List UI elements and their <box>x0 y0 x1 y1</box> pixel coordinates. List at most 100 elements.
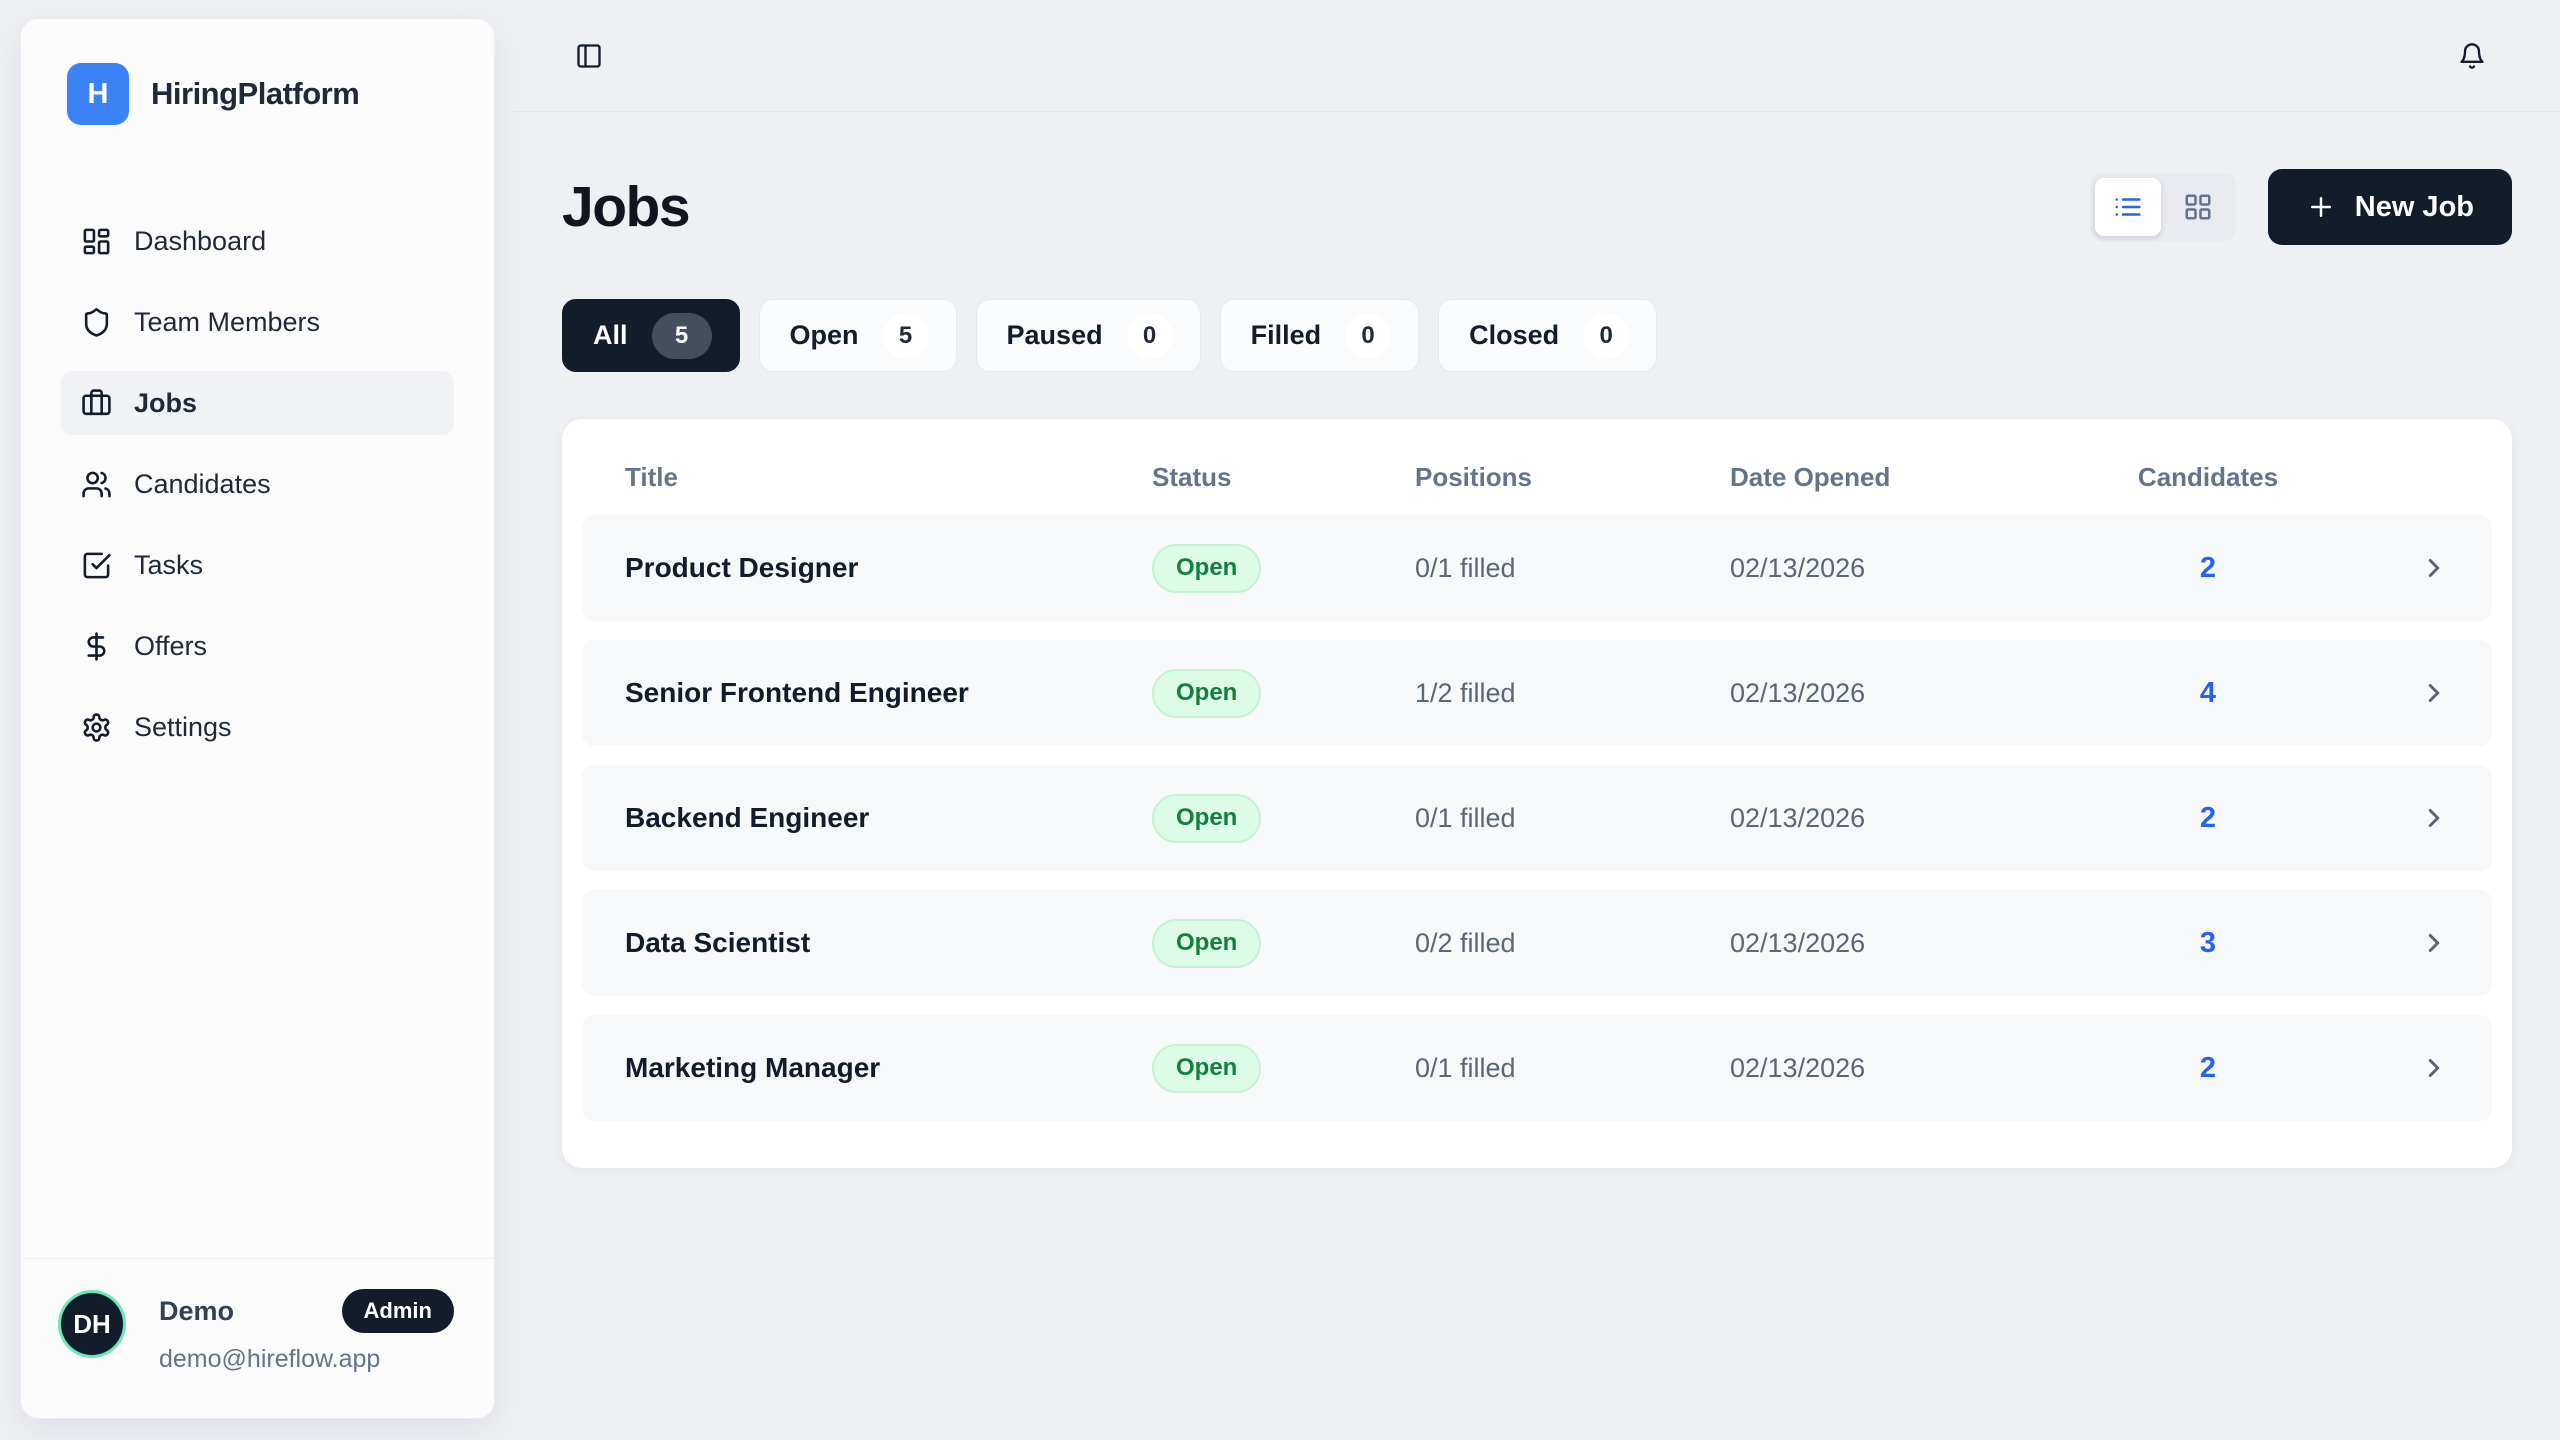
filter-pill-closed[interactable]: Closed 0 <box>1438 299 1657 372</box>
job-row-data-scientist[interactable]: Data Scientist Open 0/2 filled 02/13/202… <box>582 890 2492 996</box>
date-opened-cell: 02/13/2026 <box>1730 553 2128 584</box>
job-title-cell: Marketing Manager <box>625 1052 1152 1084</box>
filter-count-badge: 5 <box>883 313 929 359</box>
job-title-cell: Data Scientist <box>625 927 1152 959</box>
shield-icon <box>81 307 112 338</box>
shield-icon <box>81 307 112 338</box>
sidebar-item-jobs[interactable]: Jobs <box>61 371 454 435</box>
notifications-button[interactable] <box>2458 42 2486 70</box>
sidebar-item-offers[interactable]: Offers <box>61 614 454 678</box>
panel-left-icon <box>575 42 603 70</box>
filter-count-badge: 0 <box>1345 313 1391 359</box>
app-logo-row: H HiringPlatform <box>61 63 454 125</box>
dollar-icon <box>81 631 112 662</box>
candidates-count-link[interactable]: 2 <box>2200 1052 2216 1085</box>
page-title: Jobs <box>562 174 689 240</box>
user-name: Demo <box>159 1296 234 1327</box>
positions-cell: 0/1 filled <box>1415 1053 1730 1084</box>
plus-icon <box>2306 192 2336 222</box>
sidebar-item-label: Jobs <box>134 388 197 419</box>
sidebar-item-tasks[interactable]: Tasks <box>61 533 454 597</box>
filter-pill-all[interactable]: All 5 <box>562 299 740 372</box>
view-mode-toggle <box>2090 173 2236 241</box>
filter-label: Open <box>790 320 859 351</box>
sidebar-item-label: Tasks <box>134 550 203 581</box>
new-job-button[interactable]: New Job <box>2268 169 2512 245</box>
sidebar: H HiringPlatform Dashboard <box>20 18 495 1419</box>
list-view-icon <box>2113 192 2143 222</box>
status-badge: Open <box>1152 1044 1261 1093</box>
users-icon <box>81 469 112 500</box>
avatar: DH <box>61 1293 123 1355</box>
gear-icon <box>81 712 112 743</box>
positions-cell: 1/2 filled <box>1415 678 1730 709</box>
status-badge: Open <box>1152 544 1261 593</box>
chevron-right-icon <box>2419 1053 2449 1083</box>
sidebar-item-label: Settings <box>134 712 232 743</box>
job-row-backend-engineer[interactable]: Backend Engineer Open 0/1 filled 02/13/2… <box>582 765 2492 871</box>
filter-count-badge: 0 <box>1583 313 1629 359</box>
candidates-count-link[interactable]: 2 <box>2200 552 2216 585</box>
sidebar-item-settings[interactable]: Settings <box>61 695 454 759</box>
column-date-opened: Date Opened <box>1730 462 2128 493</box>
filter-label: Closed <box>1469 320 1559 351</box>
sidebar-item-label: Candidates <box>134 469 271 500</box>
jobs-table: Title Status Positions Date Opened Candi… <box>562 419 2512 1168</box>
sidebar-toggle-button[interactable] <box>575 42 603 70</box>
filter-pill-paused[interactable]: Paused 0 <box>976 299 1201 372</box>
topbar <box>512 0 2560 112</box>
tasks-icon <box>81 550 112 581</box>
candidates-count-link[interactable]: 2 <box>2200 802 2216 835</box>
app-name: HiringPlatform <box>151 76 359 112</box>
job-title-cell: Backend Engineer <box>625 802 1152 834</box>
new-job-label: New Job <box>2355 191 2474 224</box>
job-title-cell: Product Designer <box>625 552 1152 584</box>
candidates-count-link[interactable]: 4 <box>2200 677 2216 710</box>
role-badge: Admin <box>342 1289 454 1333</box>
sidebar-nav: Dashboard Team Members <box>61 209 454 759</box>
sidebar-item-candidates[interactable]: Candidates <box>61 452 454 516</box>
date-opened-cell: 02/13/2026 <box>1730 803 2128 834</box>
tasks-icon <box>81 550 112 581</box>
jobs-page: Jobs New Job All <box>512 112 2560 1168</box>
sidebar-item-dashboard[interactable]: Dashboard <box>61 209 454 273</box>
positions-cell: 0/2 filled <box>1415 928 1730 959</box>
filter-label: Filled <box>1251 320 1322 351</box>
filter-count-badge: 0 <box>1127 313 1173 359</box>
status-badge: Open <box>1152 794 1261 843</box>
column-title: Title <box>625 462 1152 493</box>
positions-cell: 0/1 filled <box>1415 803 1730 834</box>
filter-label: Paused <box>1007 320 1103 351</box>
date-opened-cell: 02/13/2026 <box>1730 678 2128 709</box>
filter-pill-filled[interactable]: Filled 0 <box>1220 299 1420 372</box>
date-opened-cell: 02/13/2026 <box>1730 1053 2128 1084</box>
bell-icon <box>2458 42 2486 70</box>
sidebar-item-team-members[interactable]: Team Members <box>61 290 454 354</box>
dashboard-icon <box>81 226 112 257</box>
status-badge: Open <box>1152 919 1261 968</box>
job-row-product-designer[interactable]: Product Designer Open 0/1 filled 02/13/2… <box>582 515 2492 621</box>
filter-pill-open[interactable]: Open 5 <box>759 299 957 372</box>
job-row-marketing-manager[interactable]: Marketing Manager Open 0/1 filled 02/13/… <box>582 1015 2492 1121</box>
list-view-button[interactable] <box>2095 178 2161 236</box>
column-positions: Positions <box>1415 462 1730 493</box>
app-logo: H <box>67 63 129 125</box>
column-status: Status <box>1152 462 1415 493</box>
status-filters: All 5 Open 5 Paused 0 Filled 0 <box>562 299 2512 372</box>
candidates-count-link[interactable]: 3 <box>2200 927 2216 960</box>
dollar-icon <box>81 631 112 662</box>
gear-icon <box>81 712 112 743</box>
chevron-right-icon <box>2419 803 2449 833</box>
job-title-cell: Senior Frontend Engineer <box>625 677 1152 709</box>
dashboard-icon <box>81 226 112 257</box>
grid-view-button[interactable] <box>2165 178 2231 236</box>
column-candidates: Candidates <box>2138 462 2278 493</box>
positions-cell: 0/1 filled <box>1415 553 1730 584</box>
briefcase-icon <box>81 388 112 419</box>
briefcase-icon <box>81 388 112 419</box>
chevron-right-icon <box>2419 928 2449 958</box>
sidebar-item-label: Offers <box>134 631 207 662</box>
sidebar-item-label: Team Members <box>134 307 320 338</box>
job-row-senior-frontend-engineer[interactable]: Senior Frontend Engineer Open 1/2 filled… <box>582 640 2492 746</box>
chevron-right-icon <box>2419 553 2449 583</box>
